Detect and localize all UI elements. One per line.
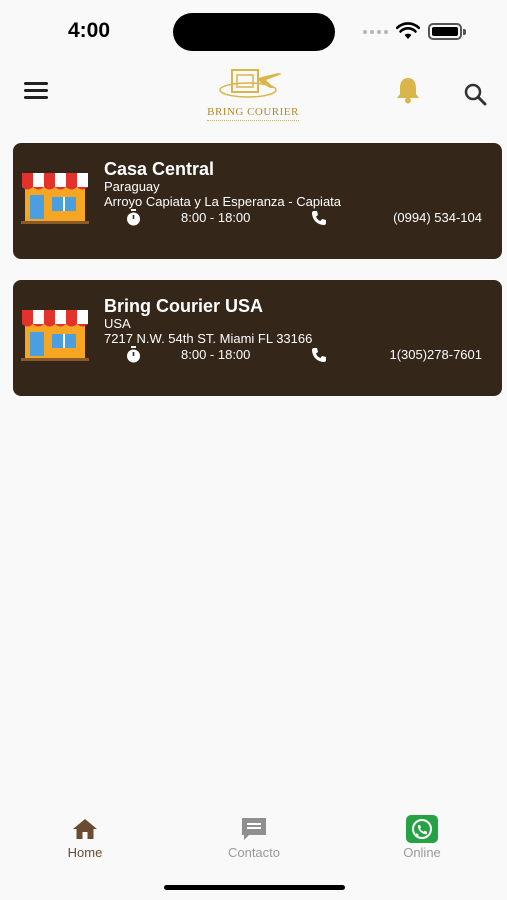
bottom-tab-bar: Home Contacto Online	[0, 805, 507, 865]
brand-logo: BRING COURIER	[188, 64, 318, 126]
store-icon	[21, 310, 89, 361]
tab-online[interactable]: Online	[372, 815, 472, 860]
branch-card[interactable]: Casa Central Paraguay Arroyo Capiata y L…	[13, 143, 502, 259]
phone-icon	[312, 348, 326, 362]
store-icon	[21, 173, 89, 224]
bell-icon[interactable]	[393, 76, 423, 109]
menu-icon[interactable]	[24, 82, 50, 102]
tab-home[interactable]: Home	[35, 815, 135, 860]
phone-icon	[312, 211, 326, 225]
home-icon	[73, 819, 97, 839]
home-indicator	[164, 885, 345, 890]
search-icon[interactable]	[463, 82, 489, 111]
logo-text: BRING COURIER	[207, 106, 299, 121]
whatsapp-icon	[406, 815, 438, 843]
branch-hours: 8:00 - 18:00	[181, 347, 251, 362]
signal-dots-icon	[363, 30, 388, 34]
tab-home-label: Home	[67, 845, 103, 860]
app-header: BRING COURIER	[0, 60, 507, 130]
branch-name: Bring Courier USA	[104, 296, 264, 316]
status-time: 4:00	[68, 19, 111, 42]
battery-icon	[428, 23, 466, 40]
branch-hours: 8:00 - 18:00	[181, 210, 251, 225]
tab-contacto-label: Contacto	[227, 845, 281, 860]
branch-phone[interactable]: 1(305)278-7601	[389, 347, 482, 362]
wifi-icon	[396, 22, 420, 39]
plane-logo-icon	[219, 69, 282, 98]
branch-country: USA	[104, 316, 131, 331]
branch-phone[interactable]: (0994) 534-104	[393, 210, 482, 225]
timer-icon	[127, 209, 140, 226]
branch-address: Arroyo Capiata y La Esperanza - Capiata	[104, 194, 342, 209]
chat-icon	[242, 818, 266, 840]
timer-icon	[127, 346, 140, 363]
branch-card[interactable]: Bring Courier USA USA 7217 N.W. 54th ST.…	[13, 280, 502, 396]
branch-address: 7217 N.W. 54th ST. Miami FL 33166	[104, 331, 313, 346]
dynamic-island	[173, 13, 335, 51]
branch-country: Paraguay	[104, 179, 160, 194]
tab-contacto[interactable]: Contacto	[204, 815, 304, 860]
status-bar: 4:00	[0, 0, 507, 60]
branch-name: Casa Central	[104, 159, 215, 179]
tab-online-label: Online	[403, 845, 441, 860]
